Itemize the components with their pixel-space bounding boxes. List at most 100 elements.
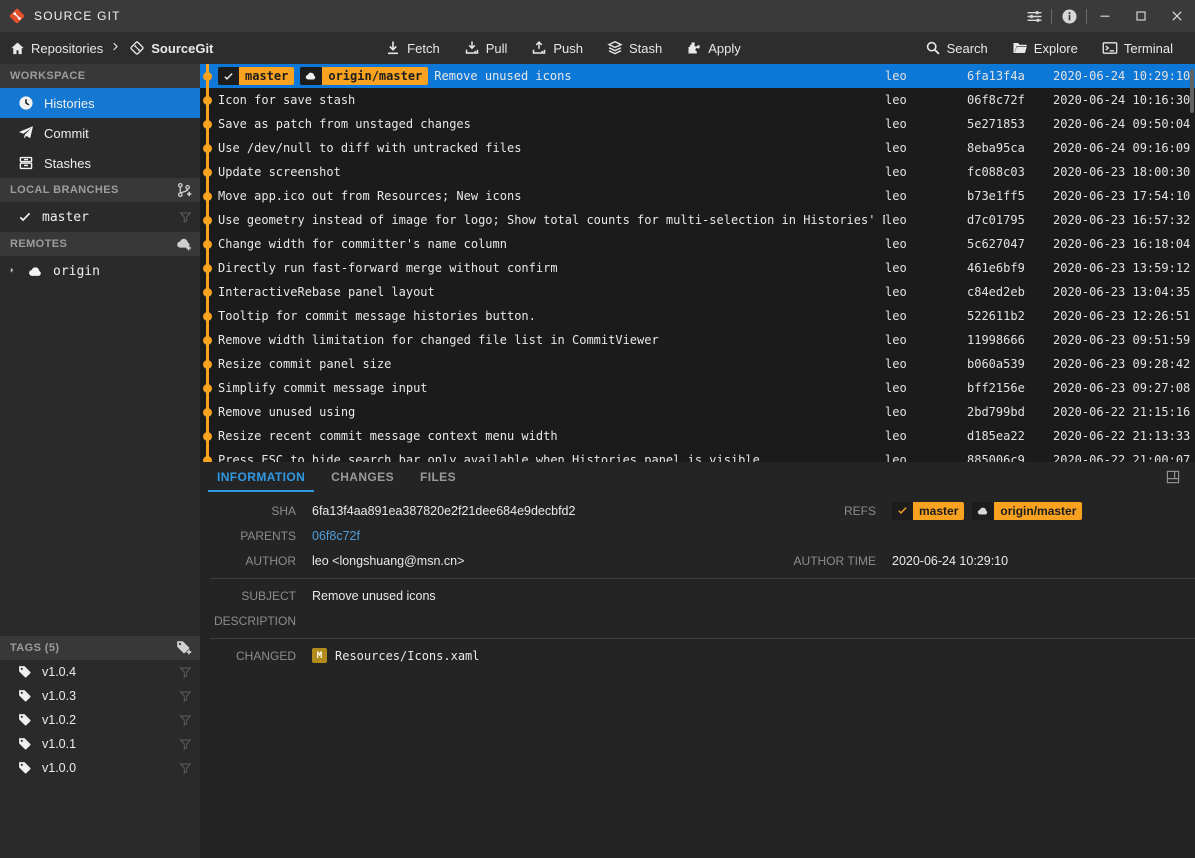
commit-row[interactable]: Update screenshot leo fc088c03 2020-06-23 1…	[200, 160, 1195, 184]
commit-time: 2020-06-24 10:29:10	[1053, 69, 1191, 83]
commit-row[interactable]: Directly run fast-forward merge without …	[200, 256, 1195, 280]
commit-author: leo	[885, 405, 907, 419]
sidebar-section-title: LOCAL BRANCHES	[10, 184, 119, 196]
commit-message-text: Resize commit panel size	[218, 357, 392, 371]
commit-row[interactable]: Remove width limitation for changed file…	[200, 328, 1195, 352]
toolbar-button-explore[interactable]: Explore	[1000, 32, 1090, 64]
toolbar-button-stash[interactable]: Stash	[595, 32, 674, 64]
filter-funnel-icon[interactable]	[179, 666, 192, 679]
ref-badge-origin-master[interactable]: origin/master	[972, 501, 1083, 520]
sidebar-item-origin[interactable]: origin	[0, 256, 200, 286]
ref-badge-origin-master[interactable]: origin/master	[300, 67, 429, 85]
preferences-button[interactable]	[1017, 0, 1051, 32]
commit-row[interactable]: Resize recent commit message context men…	[200, 424, 1195, 448]
parent-sha-link[interactable]: 06f8c72f	[312, 529, 360, 543]
tag-icon	[18, 761, 32, 775]
sidebar-item-label: v1.0.3	[42, 689, 77, 703]
commit-row[interactable]: Simplify commit message input leo bff2156e…	[200, 376, 1195, 400]
sidebar-item-label: Stashes	[44, 155, 91, 171]
folder-icon	[1012, 40, 1028, 56]
toolbar-button-terminal[interactable]: Terminal	[1090, 32, 1185, 64]
commit-row[interactable]: master origin/master Remove unused icons le…	[200, 64, 1195, 88]
filter-funnel-icon[interactable]	[179, 762, 192, 775]
commit-graph-dot	[203, 95, 212, 105]
commit-message-text: Save as patch from unstaged changes	[218, 117, 471, 131]
filter-funnel-icon[interactable]	[179, 690, 192, 703]
commit-row[interactable]: Change width for committer's name column…	[200, 232, 1195, 256]
commit-time: 2020-06-24 09:50:04	[1053, 117, 1191, 131]
sidebar-item-v1-0-3[interactable]: v1.0.3	[0, 684, 200, 708]
search-icon	[925, 40, 941, 56]
minimize-button[interactable]	[1087, 0, 1123, 32]
commit-row[interactable]: Use geometry instead of image for logo; …	[200, 208, 1195, 232]
commit-time: 2020-06-23 09:27:08	[1053, 381, 1191, 395]
toolbar-button-pull[interactable]: Pull	[452, 32, 520, 64]
cloud-add-icon[interactable]	[176, 236, 192, 252]
sidebar-item-v1-0-1[interactable]: v1.0.1	[0, 732, 200, 756]
commit-time: 2020-06-22 21:13:33	[1053, 429, 1191, 443]
commit-row[interactable]: Move app.ico out from Resources; New ico…	[200, 184, 1195, 208]
sidebar-section-header: REMOTES	[0, 232, 200, 256]
toolbar-button-fetch[interactable]: Fetch	[373, 32, 452, 64]
breadcrumb-repo[interactable]: SourceGit	[129, 40, 213, 56]
toolbar-button-label: Pull	[485, 40, 508, 56]
about-button[interactable]	[1052, 0, 1086, 32]
maximize-button[interactable]	[1123, 0, 1159, 32]
toolbar-button-apply[interactable]: Apply	[674, 32, 753, 64]
toolbar-button-search[interactable]: Search	[913, 32, 1000, 64]
refs-label: REFS	[843, 503, 876, 518]
sidebar-item-label: v1.0.0	[42, 761, 77, 775]
tab-changes[interactable]: CHANGES	[318, 462, 407, 492]
sidebar-item-commit[interactable]: Commit	[0, 118, 200, 148]
commit-message-text: Move app.ico out from Resources; New ico…	[218, 189, 522, 203]
commit-sha: 5e271853	[967, 117, 1025, 131]
filter-funnel-icon[interactable]	[179, 211, 192, 224]
commit-row[interactable]: Use /dev/null to diff with untracked fil…	[200, 136, 1195, 160]
branch-add-icon[interactable]	[176, 182, 192, 198]
commit-row[interactable]: Resize commit panel size leo b060a539 2020-…	[200, 352, 1195, 376]
commit-message: InteractiveRebase panel layout	[218, 285, 885, 299]
commit-row[interactable]: Press ESC to hide search bar only availa…	[200, 448, 1195, 462]
commit-row[interactable]: Tooltip for commit message histories but…	[200, 304, 1195, 328]
tab-files[interactable]: FILES	[407, 462, 469, 492]
commit-row[interactable]: Save as patch from unstaged changes leo 5e…	[200, 112, 1195, 136]
tab-information[interactable]: INFORMATION	[204, 462, 318, 492]
sidebar-item-v1-0-0[interactable]: v1.0.0	[0, 756, 200, 780]
commit-message-text: InteractiveRebase panel layout	[218, 285, 435, 299]
history-scrollbar[interactable]	[1190, 69, 1194, 113]
parents-label: PARENTS	[240, 528, 296, 543]
close-button[interactable]	[1159, 0, 1195, 32]
commit-graph-dot	[203, 239, 212, 249]
information-panel: SHA 6fa13f4aa891ea387820e2f21dee684e9dec…	[200, 492, 1195, 668]
commit-author: leo	[885, 429, 907, 443]
sidebar-item-v1-0-2[interactable]: v1.0.2	[0, 708, 200, 732]
commit-message-text: Directly run fast-forward merge without …	[218, 261, 558, 275]
changed-file-item[interactable]: M Resources/Icons.xaml	[312, 648, 480, 663]
commit-author: leo	[885, 93, 907, 107]
clock-icon	[18, 95, 34, 111]
layout-toggle-icon[interactable]	[1165, 469, 1181, 485]
ref-badge-master[interactable]: master	[218, 67, 295, 85]
filter-funnel-icon[interactable]	[179, 714, 192, 727]
commit-history-list: master origin/master Remove unused icons le…	[200, 64, 1195, 462]
check-icon	[892, 501, 913, 520]
ref-badge-label: origin/master	[994, 501, 1083, 520]
commit-graph-dot	[203, 191, 212, 201]
sidebar-item-master[interactable]: master	[0, 202, 200, 232]
caret-right-icon[interactable]	[8, 266, 18, 276]
sidebar-item-stashes[interactable]: Stashes	[0, 148, 200, 178]
commit-message: Resize recent commit message context men…	[218, 429, 885, 443]
commit-message-text: Remove unused icons	[434, 69, 572, 83]
sidebar-item-histories[interactable]: Histories	[0, 88, 200, 118]
commit-row[interactable]: Icon for save stash leo 06f8c72f 2020-06-24…	[200, 88, 1195, 112]
breadcrumb-repositories[interactable]: Repositories	[10, 41, 103, 56]
toolbar-button-push[interactable]: Push	[519, 32, 595, 64]
sidebar-item-v1-0-4[interactable]: v1.0.4	[0, 660, 200, 684]
commit-row[interactable]: Remove unused using leo 2bd799bd 2020-06-22…	[200, 400, 1195, 424]
commit-row[interactable]: InteractiveRebase panel layout leo c84ed2e…	[200, 280, 1195, 304]
filter-funnel-icon[interactable]	[179, 738, 192, 751]
ref-badge-master[interactable]: master	[892, 501, 965, 520]
commit-message-text: Tooltip for commit message histories but…	[218, 309, 536, 323]
commit-graph-dot	[203, 359, 212, 369]
tag-add-icon[interactable]	[176, 640, 192, 656]
